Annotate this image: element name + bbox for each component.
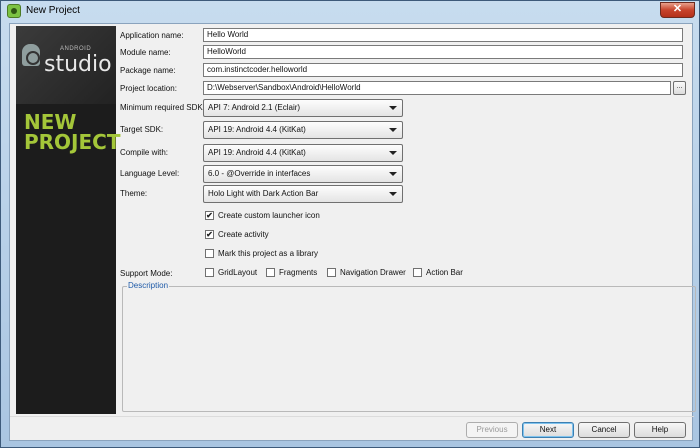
checkbox-label: GridLayout — [218, 268, 258, 277]
create-launcher-icon-checkbox[interactable]: ✔ Create custom launcher icon — [205, 211, 320, 220]
min-sdk-label: Minimum required SDK: — [120, 103, 205, 112]
chevron-down-icon — [389, 128, 397, 132]
chevron-down-icon — [389, 192, 397, 196]
heading-line-1: NEW — [24, 110, 77, 134]
logo-studio-text: studio — [44, 52, 112, 77]
description-panel: Description — [122, 281, 696, 412]
mark-as-library-checkbox[interactable]: Mark this project as a library — [205, 249, 318, 258]
min-sdk-value: API 7: Android 2.1 (Eclair) — [208, 103, 301, 112]
project-form: Application name: Hello World Module nam… — [120, 24, 696, 412]
checkbox-label: Fragments — [279, 268, 318, 277]
create-activity-checkbox[interactable]: ✔ Create activity — [205, 230, 269, 239]
fragments-checkbox[interactable]: Fragments — [266, 268, 317, 277]
navigation-drawer-checkbox[interactable]: Navigation Drawer — [327, 268, 406, 277]
action-bar-checkbox[interactable]: Action Bar — [413, 268, 463, 277]
help-button[interactable]: Help — [634, 422, 686, 438]
android-studio-logo: ANDROID studio — [16, 26, 116, 104]
checkbox-checked-icon: ✔ — [205, 211, 214, 220]
chevron-down-icon — [389, 106, 397, 110]
previous-button[interactable]: Previous — [466, 422, 518, 438]
support-mode-label: Support Mode: — [120, 269, 173, 278]
heading-line-2: PROJECT — [24, 130, 121, 154]
chevron-down-icon — [389, 151, 397, 155]
theme-value: Holo Light with Dark Action Bar — [208, 189, 319, 198]
theme-select[interactable]: Holo Light with Dark Action Bar — [203, 185, 403, 203]
theme-label: Theme: — [120, 189, 148, 198]
checkbox-label: Create activity — [218, 230, 269, 239]
checkbox-label: Navigation Drawer — [340, 268, 406, 277]
browse-location-button[interactable]: ... — [673, 81, 686, 95]
application-name-input[interactable]: Hello World — [203, 28, 683, 42]
cancel-button[interactable]: Cancel — [578, 422, 630, 438]
module-name-label: Module name: — [120, 48, 171, 57]
next-button[interactable]: Next — [522, 422, 574, 438]
package-name-input[interactable]: com.instinctcoder.helloworld — [203, 63, 683, 77]
compile-with-value: API 19: Android 4.4 (KitKat) — [208, 148, 306, 157]
sidebar-banner: ANDROID studio NEW PROJECT — [16, 26, 120, 414]
language-level-select[interactable]: 6.0 - @Override in interfaces — [203, 165, 403, 183]
checkbox-label: Create custom launcher icon — [218, 211, 320, 220]
module-name-input[interactable]: HelloWorld — [203, 45, 683, 59]
checkbox-empty-icon — [327, 268, 336, 277]
new-project-heading: NEW PROJECT — [24, 112, 120, 152]
checkbox-empty-icon — [205, 268, 214, 277]
title-bar: New Project ✕ — [1, 1, 700, 21]
close-button[interactable]: ✕ — [660, 2, 695, 18]
checkbox-label: Mark this project as a library — [218, 249, 319, 258]
android-robot-icon — [22, 44, 40, 66]
gridlayout-checkbox[interactable]: GridLayout — [205, 268, 257, 277]
checkbox-empty-icon — [266, 268, 275, 277]
new-project-window: New Project ✕ ANDROID studio NEW PROJECT… — [0, 0, 700, 448]
min-sdk-select[interactable]: API 7: Android 2.1 (Eclair) — [203, 99, 403, 117]
android-studio-app-icon — [7, 4, 21, 18]
language-level-value: 6.0 - @Override in interfaces — [208, 169, 311, 178]
window-title: New Project — [26, 5, 80, 16]
package-name-label: Package name: — [120, 66, 176, 75]
footer-divider — [10, 416, 694, 417]
checkbox-empty-icon — [205, 249, 214, 258]
dialog-client-area: ANDROID studio NEW PROJECT Application n… — [9, 23, 696, 441]
compile-with-label: Compile with: — [120, 148, 169, 157]
target-sdk-select[interactable]: API 19: Android 4.4 (KitKat) — [203, 121, 403, 139]
chevron-down-icon — [389, 172, 397, 176]
description-legend: Description — [127, 281, 170, 290]
language-level-label: Language Level: — [120, 169, 180, 178]
project-location-input[interactable]: D:\Webserver\Sandbox\Android\HelloWorld — [203, 81, 671, 95]
checkbox-empty-icon — [413, 268, 422, 277]
project-location-label: Project location: — [120, 84, 177, 93]
checkbox-checked-icon: ✔ — [205, 230, 214, 239]
target-sdk-value: API 19: Android 4.4 (KitKat) — [208, 125, 306, 134]
target-sdk-label: Target SDK: — [120, 125, 164, 134]
checkbox-label: Action Bar — [426, 268, 463, 277]
application-name-label: Application name: — [120, 31, 184, 40]
compile-with-select[interactable]: API 19: Android 4.4 (KitKat) — [203, 144, 403, 162]
